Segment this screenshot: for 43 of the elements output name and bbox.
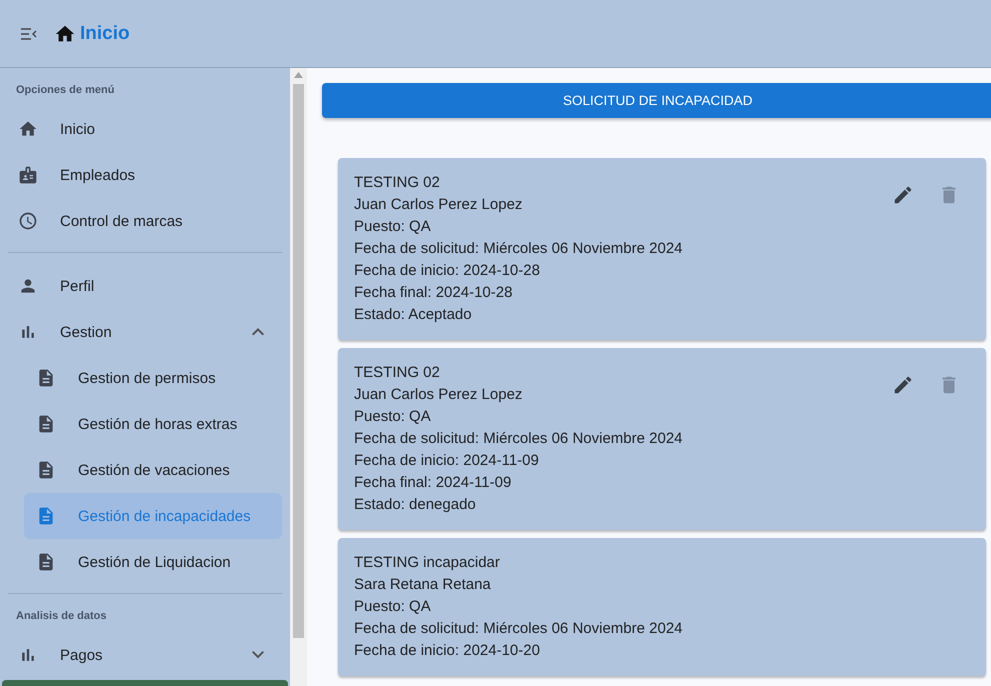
card-text: Fecha de solicitud: Miércoles 06 Noviembre 2024 [354,619,684,639]
chevron-up-icon [252,328,264,336]
card-text: Juan Carlos Perez Lopez [354,195,524,215]
menu-item[interactable]: Gestion de permisos [24,355,282,401]
section-title: Opciones de menú [15,83,116,98]
request-button[interactable]: SOLICITUD DE INCAPACIDAD [322,83,991,118]
card-text: Puesto: QA [354,407,432,427]
card-text: Fecha final: 2024-10-28 [354,283,514,303]
scroll-up-icon[interactable] [294,72,303,78]
menu-item[interactable]: Control de marcas [8,198,282,244]
card-text: Fecha de inicio: 2024-11-09 [354,451,540,471]
menu-item[interactable]: Gestion [8,309,282,355]
card-text: Puesto: QA [354,597,432,617]
card-text: Puesto: QA [354,217,432,237]
menu-item[interactable]: Perfil [8,263,282,309]
scrollbar[interactable] [290,68,307,686]
card-text: Fecha de solicitud: Miércoles 06 Noviembre 2024 [354,239,684,259]
menu-collapse-icon[interactable] [20,26,38,40]
card-text: Fecha de inicio: 2024-10-20 [354,641,541,661]
menu-item[interactable]: Gestión de horas extras [24,401,282,447]
card-text: Fecha de solicitud: Miércoles 06 Noviembre 2024 [354,429,684,449]
card-text: Sara Retana Retana [354,575,492,595]
card-text: Estado: Aceptado [354,305,473,325]
card-text: Estado: denegado [354,495,477,515]
pencil-icon [892,374,914,396]
chevron-down-icon [252,651,264,659]
menu-item[interactable]: Gestión de vacaciones [24,447,282,493]
pencil-icon [892,184,914,206]
id-badge-icon [18,165,38,185]
menu-item[interactable]: Inicio [8,106,282,152]
section-title: Analisis de datos [15,609,108,624]
menu-item[interactable]: Pagos [8,632,282,678]
card-text: Fecha de inicio: 2024-10-28 [354,261,541,281]
menu-item[interactable]: Gestión de Liquidacion [24,539,282,585]
clock-icon [18,211,38,231]
card-text: TESTING incapacidar [354,553,501,573]
scrollbar-thumb[interactable] [293,84,304,638]
card-text: Fecha final: 2024-11-09 [354,473,512,493]
card-text: TESTING 02 [354,173,441,193]
menu-item[interactable]: Empleados [8,152,282,198]
card-text: Juan Carlos Perez Lopez [354,385,524,405]
page-title: Inicio [80,22,130,44]
card-text: TESTING 02 [354,363,441,383]
